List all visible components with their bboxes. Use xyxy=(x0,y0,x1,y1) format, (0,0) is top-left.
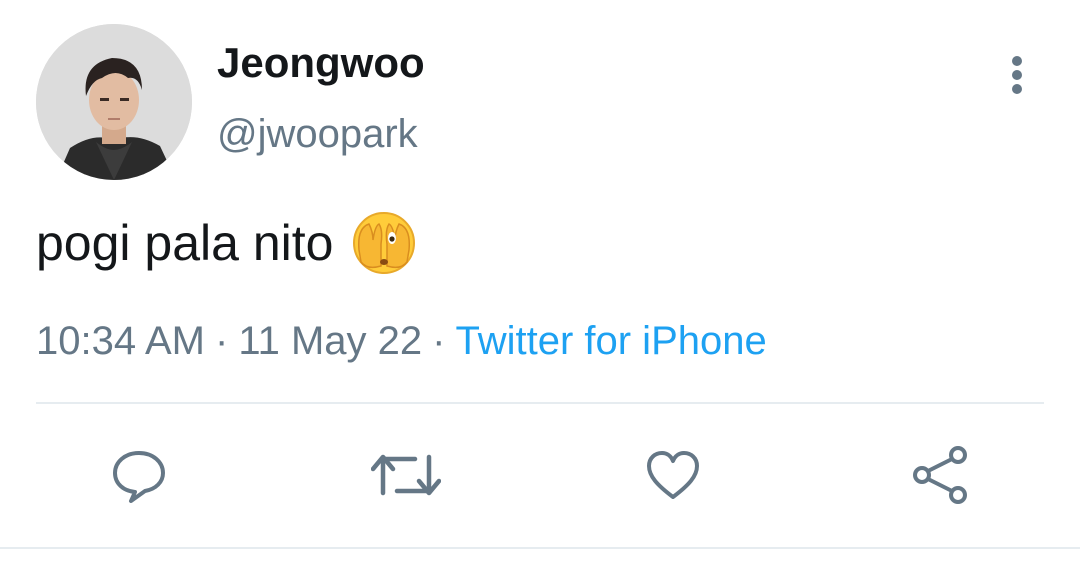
avatar[interactable] xyxy=(36,24,192,180)
tweet-date: 11 May 22 xyxy=(238,319,423,363)
tweet-meta: 10:34 AM · 11 May 22 · Twitter for iPhone xyxy=(36,315,767,367)
like-button[interactable] xyxy=(638,440,708,510)
action-bar xyxy=(0,440,1080,510)
speech-bubble-icon xyxy=(113,451,165,503)
tweet-text-content: pogi pala nito xyxy=(36,215,334,271)
share-icon xyxy=(913,446,967,504)
tweet-text: pogi pala nito xyxy=(36,210,417,276)
retweet-button[interactable] xyxy=(371,440,441,510)
meta-separator: · xyxy=(432,319,446,363)
retweet-icon xyxy=(371,454,441,496)
tweet-card: Jeongwoo @jwoopark pogi pala nito 10:34 … xyxy=(0,0,1080,567)
share-button[interactable] xyxy=(905,440,975,510)
reply-button[interactable] xyxy=(104,440,174,510)
avatar-photo xyxy=(36,24,192,180)
display-name[interactable]: Jeongwoo xyxy=(217,38,425,88)
bottom-divider xyxy=(0,547,1080,549)
tweet-time: 10:34 AM xyxy=(36,319,206,363)
user-handle[interactable]: @jwoopark xyxy=(217,109,418,159)
heart-icon xyxy=(647,451,699,499)
vertical-dots-icon xyxy=(1012,56,1022,94)
meta-separator: · xyxy=(215,319,229,363)
divider xyxy=(36,402,1044,404)
more-options-button[interactable] xyxy=(996,52,1038,98)
tweet-source-link[interactable]: Twitter for iPhone xyxy=(455,319,766,363)
face-with-peeking-eye-icon xyxy=(351,210,417,276)
